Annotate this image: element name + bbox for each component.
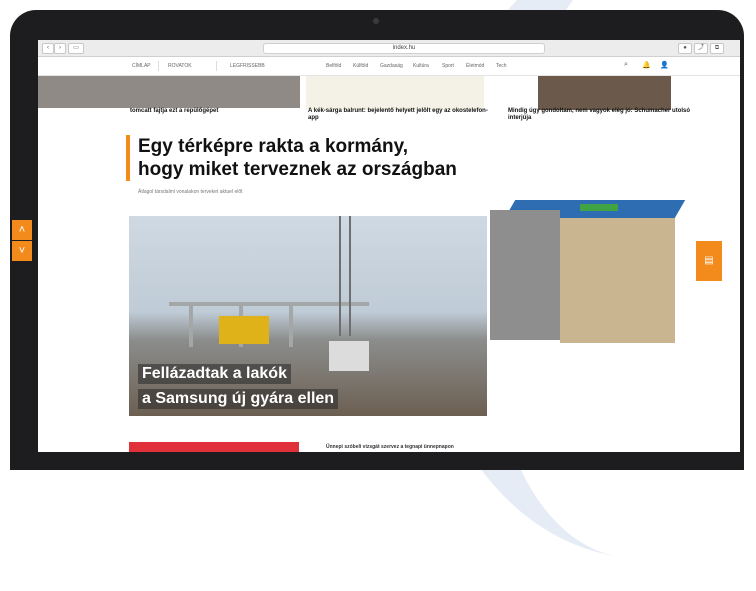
share-button[interactable]: ⤴ — [694, 43, 708, 54]
browser-toolbar: ‹ › ▭ index.hu ● ⤴ ⧉ — [38, 40, 740, 57]
main-headline[interactable]: Egy térképre rakta a kormány, hogy miket… — [126, 135, 498, 181]
search-icon[interactable]: ⌕ — [624, 61, 628, 69]
nav-home[interactable]: CÍMLAP — [132, 63, 151, 69]
ad-left-face — [490, 210, 560, 340]
crane — [339, 216, 351, 336]
nav-item[interactable]: Gazdaság — [380, 63, 403, 69]
chevron-down-icon[interactable]: ˅ — [12, 241, 32, 261]
teaser-caption[interactable]: A kék-sárga balrunt: bejelentő helyett j… — [308, 108, 498, 122]
teaser-caption[interactable]: Mindig úgy gondoltam, nem vagyok elég jó… — [508, 108, 698, 122]
tabs-button[interactable]: ⧉ — [710, 43, 724, 54]
ad-right-face — [560, 218, 675, 343]
screen: ‹ › ▭ index.hu ● ⤴ ⧉ CÍMLAP ROVATOK LEGF… — [38, 40, 740, 452]
nav-item[interactable]: Sport — [442, 63, 454, 69]
steel-column — [189, 302, 193, 347]
headline-line: hogy miket terveznek az országban — [138, 159, 457, 180]
nav-separator — [158, 61, 159, 71]
user-icon[interactable]: 👤 — [660, 61, 669, 69]
url-bar[interactable]: index.hu — [263, 43, 545, 54]
teaser-photo-left[interactable] — [38, 76, 300, 108]
side-menu-button[interactable]: ▤ — [696, 241, 722, 281]
nav-item[interactable]: Külföld — [353, 63, 368, 69]
bell-icon[interactable]: 🔔 — [642, 61, 651, 69]
truck — [329, 341, 369, 371]
excavator — [219, 316, 269, 344]
sidebar-button[interactable]: ▭ — [68, 43, 84, 54]
site-nav: CÍMLAP ROVATOK LEGFRISSEBB Belföld Külfö… — [38, 57, 740, 76]
laptop-frame: ‹ › ▭ index.hu ● ⤴ ⧉ CÍMLAP ROVATOK LEGF… — [10, 10, 744, 470]
forward-button[interactable]: › — [54, 43, 66, 54]
nav-item[interactable]: Belföld — [326, 63, 341, 69]
photo-caption: Fellázadtak a lakók — [138, 364, 291, 384]
camera — [373, 18, 379, 24]
back-button[interactable]: ‹ — [42, 43, 54, 54]
bottom-teaser[interactable]: Ünnepi szóbeli vizsgát szervez a tegnapi… — [326, 444, 454, 450]
nav-sections[interactable]: ROVATOK — [168, 63, 192, 69]
url-text: index.hu — [392, 45, 416, 51]
teaser-caption[interactable]: tomcatt fajtja ezt a repülőgépet — [130, 108, 218, 114]
steel-column — [289, 302, 293, 347]
teaser-map[interactable] — [306, 76, 484, 110]
headline-line: Egy térképre rakta a kormány, — [138, 136, 409, 157]
bottom-red-block[interactable] — [129, 442, 299, 452]
photo-caption: a Samsung új gyára ellen — [138, 389, 339, 409]
ad-cube[interactable] — [490, 200, 686, 350]
download-button[interactable]: ● — [678, 43, 692, 54]
teaser-photo-right[interactable] — [538, 76, 671, 110]
main-photo[interactable]: Fellázadtak a lakók a Samsung új gyára e… — [129, 216, 487, 416]
headline-subline: Átlagol társdalmi vonalakon terveket akt… — [138, 189, 243, 195]
nav-separator — [216, 61, 217, 71]
chevron-up-icon[interactable]: ˄ — [12, 220, 32, 240]
nav-latest[interactable]: LEGFRISSEBB — [230, 63, 265, 69]
ad-badge — [580, 204, 618, 211]
side-arrows: ˄ ˅ — [12, 220, 32, 262]
nav-item[interactable]: Kultúra — [413, 63, 429, 69]
nav-item[interactable]: Életmód — [466, 63, 484, 69]
nav-item[interactable]: Tech — [496, 63, 507, 69]
